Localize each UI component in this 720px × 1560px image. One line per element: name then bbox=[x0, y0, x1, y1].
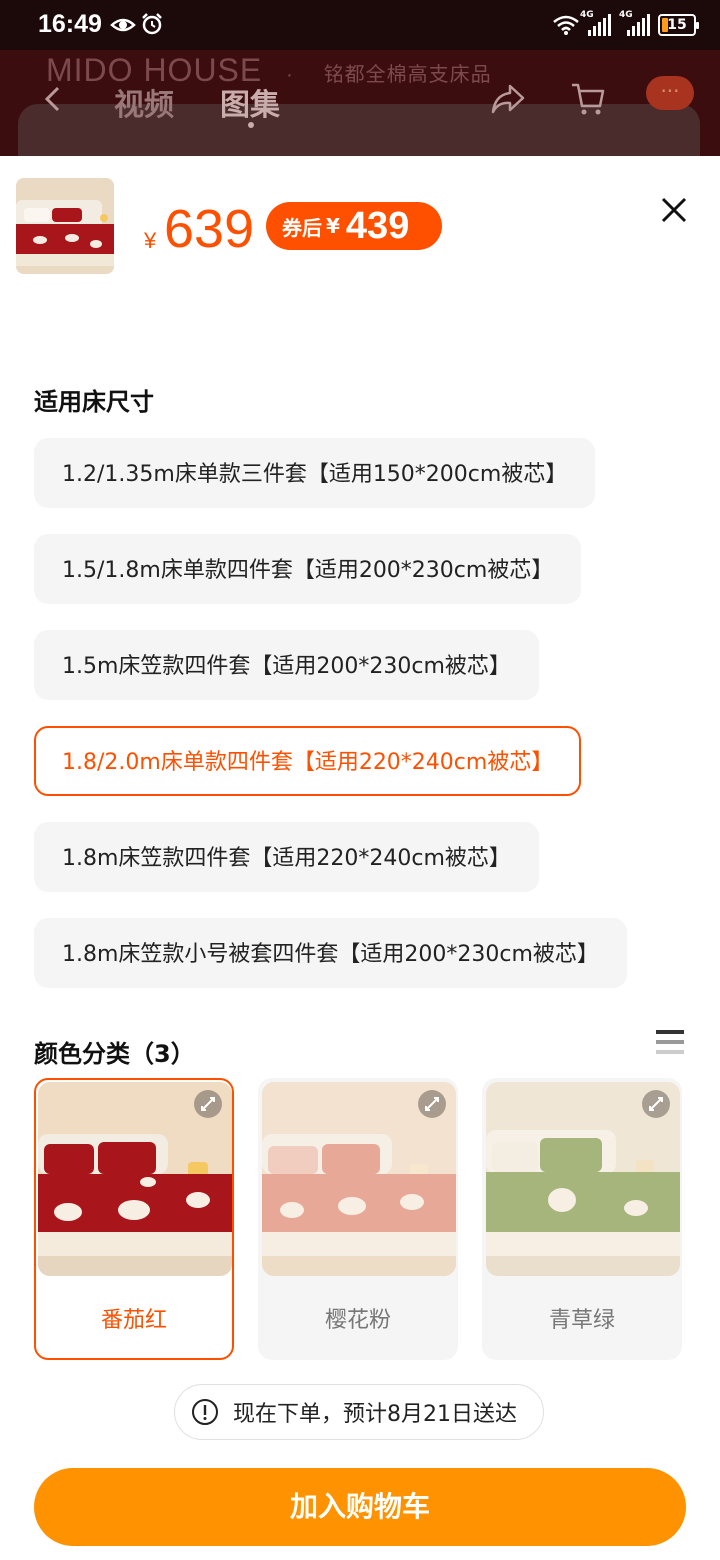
network-type-2: 4G bbox=[619, 10, 633, 20]
size-option[interactable]: 1.5/1.8m床单款四件套【适用200*230cm被芯】 bbox=[34, 534, 582, 604]
tab-gallery[interactable]: 图集 bbox=[220, 80, 280, 124]
size-option[interactable]: 1.8m床笠款四件套【适用220*240cm被芯】 bbox=[34, 822, 539, 892]
size-option[interactable]: 1.5m床笠款四件套【适用200*230cm被芯】 bbox=[34, 630, 539, 700]
color-name: 番茄红 bbox=[100, 1308, 167, 1333]
network-type-1: 4G bbox=[580, 10, 594, 20]
size-option[interactable]: 1.8m床笠款小号被套四件套【适用200*230cm被芯】 bbox=[34, 918, 627, 988]
status-bar: 16:49 4G 4G 15 bbox=[0, 0, 720, 50]
signal-2-icon: 4G bbox=[619, 10, 650, 36]
price-value: 639 bbox=[164, 199, 255, 259]
back-arrow-icon[interactable] bbox=[40, 84, 66, 114]
color-options: 番茄红 樱花粉 青草绿 bbox=[34, 1078, 694, 1360]
more-button[interactable]: ··· bbox=[646, 76, 694, 110]
battery-level: 15 bbox=[667, 17, 687, 33]
color-option[interactable]: 樱花粉 bbox=[258, 1078, 458, 1360]
expand-icon[interactable] bbox=[642, 1090, 670, 1118]
size-option-selected[interactable]: 1.8/2.0m床单款四件套【适用220*240cm被芯】 bbox=[34, 726, 582, 796]
price-currency: ¥ bbox=[144, 228, 157, 253]
size-option[interactable]: 1.2/1.35m床单款三件套【适用150*200cm被芯】 bbox=[34, 438, 596, 508]
color-name: 青草绿 bbox=[548, 1308, 615, 1333]
eye-icon bbox=[110, 18, 136, 32]
color-option-selected[interactable]: 番茄红 bbox=[34, 1078, 234, 1360]
add-to-cart-button[interactable]: 加入购物车 bbox=[34, 1468, 686, 1546]
sku-selector-sheet: ¥ 639 券后 ¥ 439 适用床尺寸 1.2/1.35m床单款三件套【适用1… bbox=[0, 156, 720, 1560]
color-section-title: 颜色分类（3） bbox=[34, 1040, 195, 1068]
wifi-icon bbox=[553, 15, 579, 35]
color-name: 樱花粉 bbox=[324, 1308, 391, 1333]
size-options: 1.2/1.35m床单款三件套【适用150*200cm被芯】 1.5/1.8m床… bbox=[34, 438, 694, 1014]
list-view-icon[interactable] bbox=[656, 1028, 684, 1056]
delivery-estimate: 现在下单，预计8月21日送达 bbox=[174, 1384, 544, 1440]
delivery-text: 现在下单，预计8月21日送达 bbox=[233, 1402, 517, 1427]
coupon-price-badge: 券后 ¥ 439 bbox=[266, 202, 442, 250]
battery-icon: 15 bbox=[658, 14, 699, 36]
expand-icon[interactable] bbox=[418, 1090, 446, 1118]
coupon-label: 券后 bbox=[282, 215, 322, 240]
coupon-price: 439 bbox=[345, 204, 410, 247]
info-icon bbox=[192, 1399, 218, 1425]
expand-icon[interactable] bbox=[194, 1090, 222, 1118]
product-thumbnail[interactable] bbox=[16, 178, 114, 274]
top-nav: 视频 图集 ··· bbox=[0, 76, 720, 128]
bedding-image-red bbox=[16, 178, 114, 274]
tab-video[interactable]: 视频 bbox=[114, 80, 174, 124]
background-page: 16:49 4G 4G 15 MIDO HOUSE · 铭都全棉高支床品 视频 … bbox=[0, 0, 720, 156]
share-icon[interactable] bbox=[490, 82, 526, 116]
color-option[interactable]: 青草绿 bbox=[482, 1078, 682, 1360]
status-time: 16:49 bbox=[38, 10, 102, 38]
signal-1-icon: 4G bbox=[580, 10, 611, 36]
close-icon[interactable] bbox=[656, 192, 692, 228]
cart-icon[interactable] bbox=[570, 80, 606, 116]
alarm-icon bbox=[142, 13, 162, 35]
size-section-title: 适用床尺寸 bbox=[34, 388, 154, 416]
coupon-currency: ¥ bbox=[326, 214, 340, 238]
tab-indicator bbox=[248, 122, 254, 128]
